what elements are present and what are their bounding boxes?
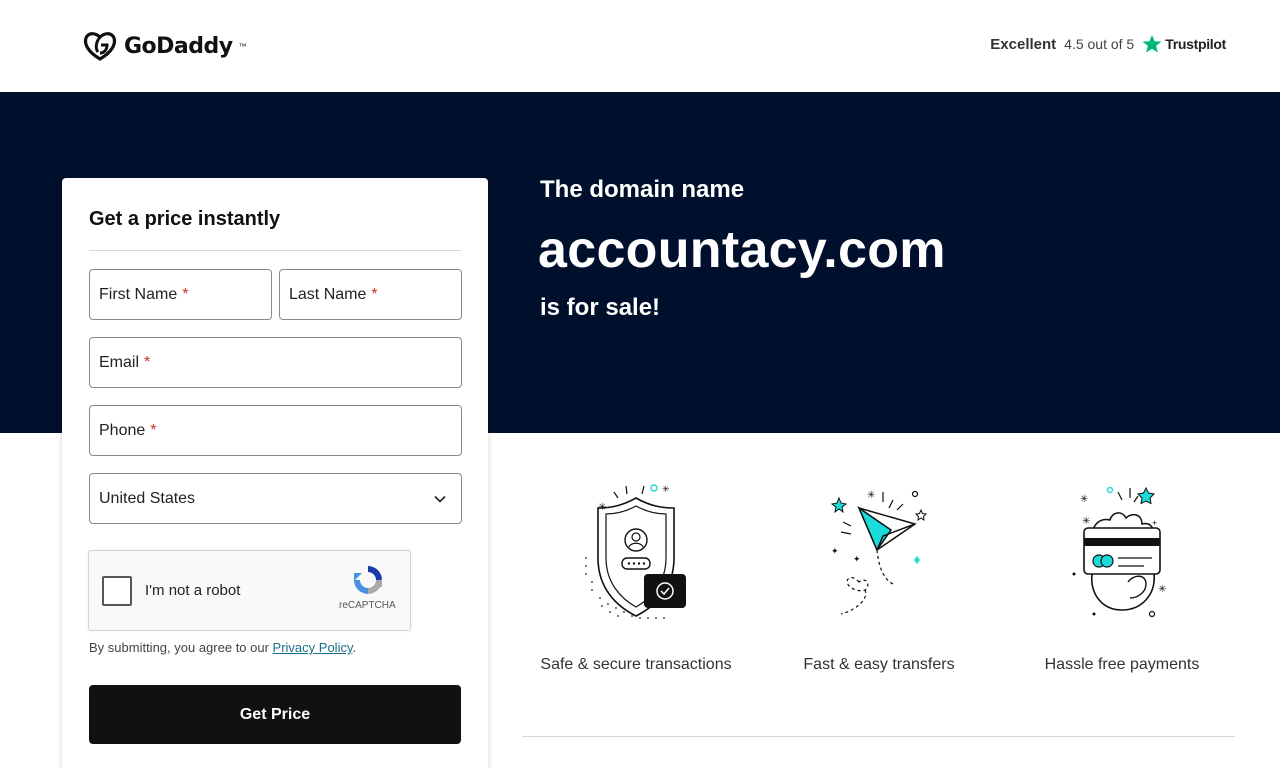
feature-transfers: ✳ ✦ ✦ Fast & easy transfers	[779, 478, 979, 673]
svg-text:✦: ✦	[853, 554, 861, 564]
get-price-button[interactable]: Get Price	[89, 685, 461, 744]
trademark-mark: ™	[238, 41, 247, 51]
price-form-card: Get a price instantly First Name * Last N…	[62, 178, 488, 768]
trustpilot-star-icon	[1142, 35, 1162, 53]
svg-text:✳: ✳	[1158, 584, 1166, 595]
svg-text:✳: ✳	[1080, 494, 1088, 505]
svg-text:+: +	[1152, 518, 1157, 528]
hero-intro: The domain name	[540, 176, 745, 203]
feature-transfers-label: Fast & easy transfers	[803, 656, 955, 673]
first-name-field[interactable]: First Name *	[89, 269, 272, 320]
required-mark: *	[182, 285, 189, 303]
trustpilot-logo: Trustpilot	[1142, 34, 1226, 54]
required-mark: *	[371, 285, 378, 303]
phone-field[interactable]: Phone *	[89, 405, 462, 456]
recaptcha-checkbox[interactable]	[102, 576, 132, 606]
consent-suffix: .	[352, 640, 357, 655]
trustpilot-rating[interactable]: Excellent 4.5 out of 5 Trustpilot	[990, 34, 1226, 54]
consent-prefix: By submitting, you agree to our	[89, 640, 273, 655]
last-name-field[interactable]: Last Name *	[279, 269, 462, 320]
section-divider	[522, 736, 1235, 737]
svg-text:✦: ✦	[831, 546, 839, 556]
trustpilot-wordmark: Trustpilot	[1165, 36, 1226, 52]
privacy-policy-link[interactable]: Privacy Policy	[273, 640, 353, 655]
rating-word: Excellent	[990, 35, 1057, 53]
email-field[interactable]: Email *	[89, 337, 462, 388]
form-title: Get a price instantly	[89, 208, 281, 230]
required-mark: *	[150, 421, 157, 439]
chevron-down-icon	[434, 495, 446, 503]
rating-score: 4.5 out of 5	[1064, 36, 1135, 52]
shield-icon: ✳ ✳	[585, 484, 686, 619]
email-label: Email	[99, 353, 140, 371]
hero-domain-name: accountacy.com	[538, 221, 946, 279]
svg-text:✳: ✳	[598, 502, 606, 513]
card-payment-icon: ✳ ✳ ✳ +	[1072, 486, 1166, 618]
svg-text:✳: ✳	[867, 490, 875, 501]
consent-text: By submitting, you agree to our Privacy …	[89, 640, 356, 655]
country-select[interactable]: United States	[89, 473, 462, 524]
first-name-label: First Name	[99, 285, 178, 303]
recaptcha-brand: reCAPTCHA	[339, 600, 396, 611]
godaddy-logo[interactable]: GoDaddy ™	[82, 30, 247, 62]
last-name-label: Last Name	[289, 285, 367, 303]
recaptcha-icon	[354, 566, 382, 594]
svg-text:✳: ✳	[662, 484, 670, 494]
paper-plane-icon: ✳ ✦ ✦	[830, 490, 928, 615]
form-divider	[89, 250, 461, 251]
feature-secure: ✳ ✳ Safe & secure transactions	[536, 478, 736, 673]
godaddy-logo-icon	[83, 32, 117, 61]
feature-payments-label: Hassle free payments	[1044, 656, 1200, 673]
phone-label: Phone	[99, 421, 146, 439]
recaptcha-label: I'm not a robot	[145, 582, 241, 599]
feature-secure-label: Safe & secure transactions	[540, 656, 732, 673]
svg-text:✳: ✳	[1082, 516, 1090, 527]
top-bar: GoDaddy ™ Excellent 4.5 out of 5 Trustpil…	[0, 0, 1280, 92]
logo-wordmark: GoDaddy	[124, 33, 233, 59]
hero-for-sale: is for sale!	[540, 294, 661, 321]
country-value: United States	[99, 489, 196, 507]
required-mark: *	[144, 353, 151, 371]
feature-payments: ✳ ✳ ✳ + Hassle free payments	[1022, 478, 1222, 673]
recaptcha-widget: I'm not a robot reCAPTCHA	[88, 550, 411, 631]
